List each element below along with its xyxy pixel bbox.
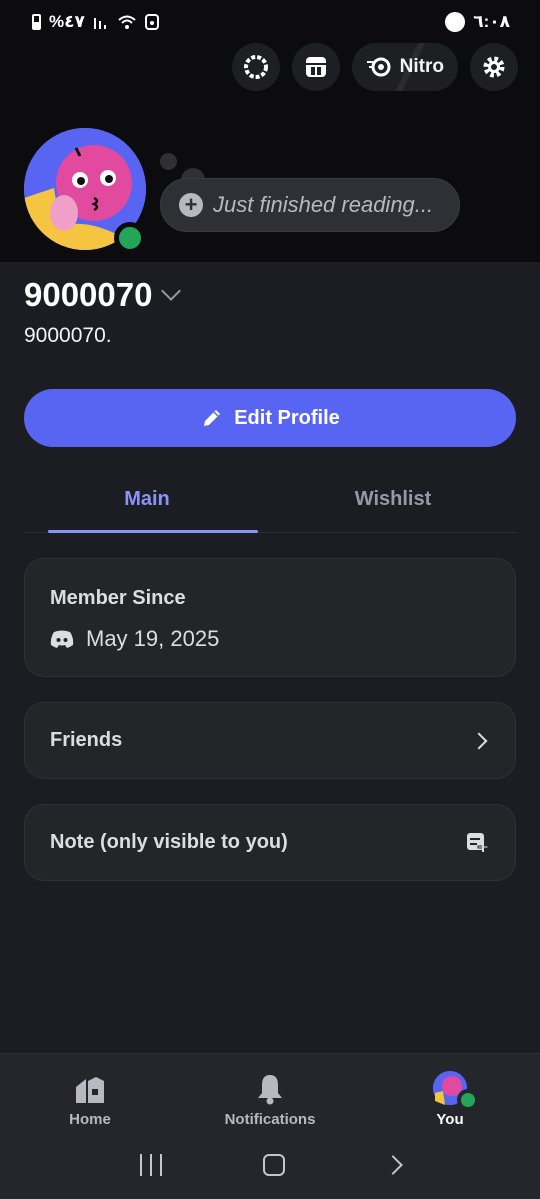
chevron-down-icon [161, 281, 182, 301]
custom-status-bubble[interactable]: + Just finished reading... [160, 178, 460, 232]
orbs-button[interactable] [231, 43, 280, 91]
member-since-card: Member Since May 19, 2025 [24, 558, 516, 677]
nav-you-label: You [436, 1111, 464, 1128]
bell-icon [258, 1075, 282, 1105]
add-note-icon [467, 832, 489, 852]
shop-icon [305, 57, 326, 77]
edit-profile-label: Edit Profile [234, 406, 340, 429]
system-navigation [0, 1140, 540, 1190]
nav-notifications[interactable]: Notifications [180, 1054, 360, 1140]
profile-tabs: Main Wishlist [24, 470, 516, 533]
profile-actions: Nitro [231, 43, 518, 91]
badge-icon [243, 55, 268, 79]
battery-percent: %٤٧ [49, 12, 85, 31]
discord-icon [50, 630, 74, 648]
thought-bubble-dot [160, 153, 177, 170]
status-bar: %٤٧ ٦:٠٨ [0, 0, 540, 44]
nav-you[interactable]: You [360, 1054, 540, 1140]
back-button[interactable] [382, 1155, 403, 1175]
username: 9000070. [24, 324, 112, 347]
home-icon [76, 1077, 104, 1103]
member-since-title: Member Since [50, 587, 186, 609]
tab-main[interactable]: Main [24, 470, 270, 533]
shop-button[interactable] [291, 43, 340, 91]
recent-apps-button[interactable] [140, 1154, 163, 1176]
signal-icon [93, 18, 106, 29]
online-status-dot [114, 222, 146, 254]
friends-card[interactable]: Friends [24, 702, 516, 779]
note-label: Note (only visible to you) [50, 831, 288, 853]
nav-notifications-label: Notifications [224, 1111, 316, 1128]
member-since-date: May 19, 2025 [86, 626, 220, 651]
friends-label: Friends [50, 729, 123, 751]
nitro-icon [366, 57, 391, 77]
nitro-button[interactable]: Nitro [351, 43, 458, 91]
nav-home-label: Home [69, 1111, 111, 1128]
tab-wishlist[interactable]: Wishlist [270, 470, 516, 532]
gear-icon [483, 56, 505, 78]
display-name: 9000070 [24, 276, 153, 313]
avatar [433, 1071, 479, 1111]
notification-app-icon [144, 14, 159, 30]
wifi-icon [118, 15, 136, 29]
bottom-navigation: Home Notifications You [0, 1053, 540, 1199]
display-name-row[interactable]: 9000070 [24, 276, 182, 314]
chevron-right-icon [470, 732, 488, 749]
custom-status-placeholder: Just finished reading... [213, 192, 434, 217]
clock: ٦:٠٨ [473, 12, 510, 31]
note-card[interactable]: Note (only visible to you) [24, 804, 516, 881]
plus-icon: + [179, 193, 203, 217]
pencil-icon [204, 410, 221, 426]
edit-profile-button[interactable]: Edit Profile [24, 389, 516, 447]
settings-button[interactable] [470, 43, 518, 91]
app-indicator-icon [445, 12, 466, 32]
home-button[interactable] [262, 1154, 285, 1176]
battery-icon [32, 14, 41, 30]
online-status-dot [457, 1089, 479, 1111]
nitro-label: Nitro [399, 56, 444, 77]
nav-home[interactable]: Home [0, 1054, 180, 1140]
